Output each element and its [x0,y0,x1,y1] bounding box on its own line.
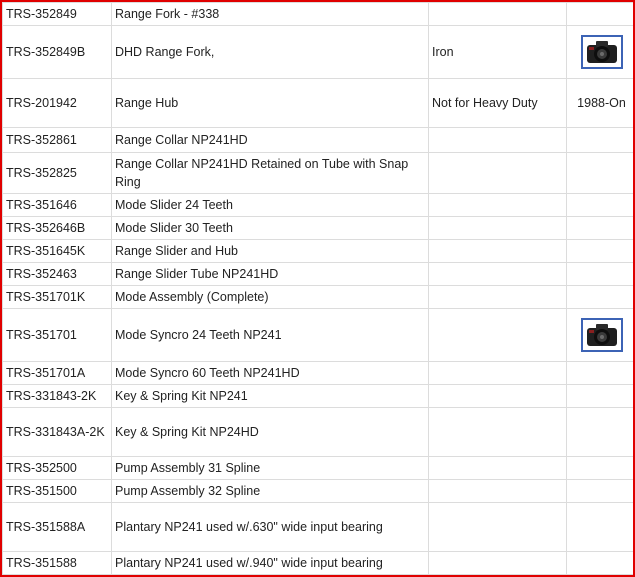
part-note [428,216,567,240]
table-row: TRS-331843A-2K Key & Spring Kit NP24HD [2,407,633,457]
part-year [566,152,633,194]
part-description: Pump Assembly 31 Spline [111,456,429,480]
part-year [566,361,633,385]
table-row: TRS-201942 Range Hub Not for Heavy Duty … [2,78,633,128]
part-description: Mode Assembly (Complete) [111,285,429,309]
part-description: Pump Assembly 32 Spline [111,479,429,503]
part-description: Plantary NP241 used w/.630" wide input b… [111,502,429,552]
part-year [566,2,633,26]
part-number: TRS-352463 [2,262,112,286]
table-row: TRS-352500 Pump Assembly 31 Spline [2,456,633,480]
part-note [428,239,567,263]
table-row: TRS-352861 Range Collar NP241HD [2,127,633,153]
part-number: TRS-352646B [2,216,112,240]
part-note [428,502,567,552]
part-note [428,551,567,575]
part-year [566,479,633,503]
part-number: TRS-201942 [2,78,112,128]
table-row: TRS-351500 Pump Assembly 32 Spline [2,479,633,503]
part-note [428,152,567,194]
part-note [428,456,567,480]
part-year [566,551,633,575]
part-number: TRS-351500 [2,479,112,503]
part-number: TRS-351588A [2,502,112,552]
part-note [428,479,567,503]
part-description: DHD Range Fork, [111,25,429,79]
part-note [428,361,567,385]
part-note [428,407,567,457]
part-number: TRS-352861 [2,127,112,153]
table-row: TRS-351646 Mode Slider 24 Teeth [2,193,633,217]
part-year [566,239,633,263]
table-row: TRS-352463 Range Slider Tube NP241HD [2,262,633,286]
part-number: TRS-352849 [2,2,112,26]
table-row: TRS-351701 Mode Syncro 24 Teeth NP241 [2,308,633,362]
part-description: Mode Syncro 24 Teeth NP241 [111,308,429,362]
part-description: Key & Spring Kit NP241 [111,384,429,408]
parts-table-frame: TRS-352849 Range Fork - #338 TRS-352849B… [0,0,635,577]
part-year [566,127,633,153]
part-year [566,502,633,552]
part-year [566,407,633,457]
part-description: Key & Spring Kit NP24HD [111,407,429,457]
part-note [428,262,567,286]
part-number: TRS-351701 [2,308,112,362]
part-year: 1988-On [566,78,633,128]
part-year [566,216,633,240]
part-description: Range Hub [111,78,429,128]
table-row: TRS-352825 Range Collar NP241HD Retained… [2,152,633,194]
part-note [428,308,567,362]
part-number: TRS-352849B [2,25,112,79]
table-row: TRS-351701A Mode Syncro 60 Teeth NP241HD [2,361,633,385]
part-photo-cell [566,25,633,79]
part-number: TRS-351701K [2,285,112,309]
part-number: TRS-351646 [2,193,112,217]
part-note [428,2,567,26]
table-row: TRS-351645K Range Slider and Hub [2,239,633,263]
part-year [566,285,633,309]
part-description: Mode Slider 30 Teeth [111,216,429,240]
part-note [428,193,567,217]
table-row: TRS-351588 Plantary NP241 used w/.940" w… [2,551,633,575]
part-year [566,262,633,286]
camera-icon[interactable] [580,35,623,69]
table-row: TRS-352849 Range Fork - #338 [2,2,633,26]
part-photo-cell [566,308,633,362]
table-row: TRS-352646B Mode Slider 30 Teeth [2,216,633,240]
part-description: Range Slider and Hub [111,239,429,263]
part-number: TRS-351588 [2,551,112,575]
part-note [428,285,567,309]
parts-table: TRS-352849 Range Fork - #338 TRS-352849B… [2,2,633,575]
part-description: Plantary NP241 used w/.940" wide input b… [111,551,429,575]
part-description: Range Fork - #338 [111,2,429,26]
part-number: TRS-352500 [2,456,112,480]
part-number: TRS-351701A [2,361,112,385]
table-row: TRS-351701K Mode Assembly (Complete) [2,285,633,309]
part-number: TRS-331843-2K [2,384,112,408]
table-row: TRS-331843-2K Key & Spring Kit NP241 [2,384,633,408]
table-row: TRS-352849B DHD Range Fork, Iron [2,25,633,79]
part-note [428,384,567,408]
part-note [428,127,567,153]
part-number: TRS-352825 [2,152,112,194]
camera-icon[interactable] [580,318,623,352]
part-description: Mode Slider 24 Teeth [111,193,429,217]
part-year [566,456,633,480]
part-number: TRS-331843A-2K [2,407,112,457]
part-number: TRS-351645K [2,239,112,263]
part-description: Range Slider Tube NP241HD [111,262,429,286]
part-year [566,384,633,408]
table-row: TRS-351588A Plantary NP241 used w/.630" … [2,502,633,552]
part-description: Range Collar NP241HD Retained on Tube wi… [111,152,429,194]
part-note: Iron [428,25,567,79]
part-description: Mode Syncro 60 Teeth NP241HD [111,361,429,385]
part-description: Range Collar NP241HD [111,127,429,153]
part-note: Not for Heavy Duty [428,78,567,128]
part-year [566,193,633,217]
